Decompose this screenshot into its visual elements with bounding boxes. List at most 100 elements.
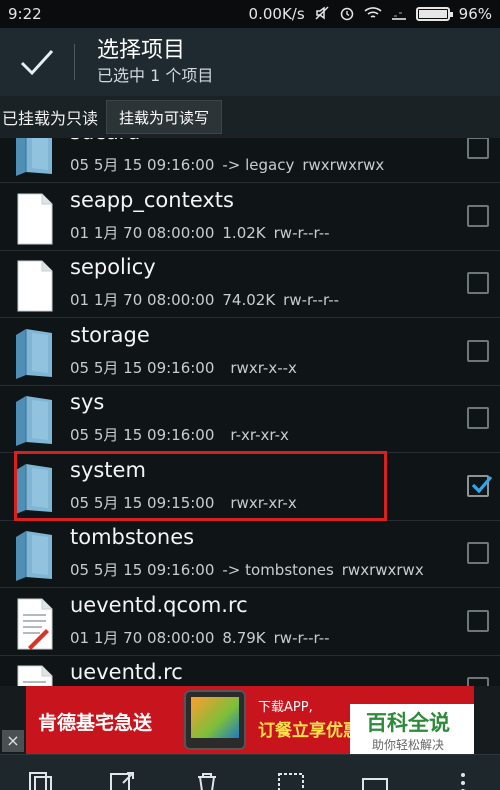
network-speed: 0.00K/s (248, 5, 305, 23)
bottom-toolbar (0, 754, 500, 790)
select-checkbox[interactable] (467, 204, 489, 227)
battery-percent: 96% (458, 5, 492, 23)
file-name: sdcard (70, 138, 140, 144)
file-date: 01 1月 70 08:00:00 (70, 223, 215, 242)
watermark-title: 百科全说 (366, 711, 450, 735)
ad-phone-image (184, 690, 246, 750)
file-perms: rwxr-x--x (230, 358, 297, 377)
folder-icon (12, 138, 56, 176)
checkmark-icon (470, 474, 493, 500)
battery-icon (415, 7, 453, 21)
select-checkbox[interactable] (467, 474, 493, 500)
select-checkbox[interactable] (467, 542, 489, 564)
select-checkbox[interactable] (467, 407, 489, 429)
file-name: sepolicy (70, 255, 156, 279)
select-checkbox[interactable] (467, 138, 489, 159)
checkmark-icon (20, 49, 54, 76)
file-row-tombstones[interactable]: tombstones 05 5月 15 09:16:00 -> tombstones… (0, 521, 500, 588)
file-info: 8.79K (222, 628, 266, 647)
more-icon[interactable] (448, 771, 478, 790)
page-title: 选择项目 (97, 38, 186, 63)
file-meta: 05 5月 15 09:16:00 rwxr-x--x (70, 357, 297, 378)
ad-line2: 订餐立享优惠 (258, 721, 360, 741)
file-name: tombstones (70, 525, 195, 549)
file-name: ueventd.rc (70, 660, 183, 684)
mute-icon (314, 5, 330, 24)
file-perms: r-xr-xr-x (230, 426, 289, 444)
rename-icon[interactable] (360, 771, 390, 790)
mount-bar: 已挂载为只读 挂载为可读写 (0, 96, 500, 138)
file-name: ueventd.qcom.rc (70, 592, 248, 617)
action-bar: 选择项目 已选中 1 个项目 (0, 28, 500, 96)
ad-line1: 下载APP, (258, 700, 313, 715)
file-perms: rwxrwxrwx (302, 156, 385, 174)
file-perms: rw-r--r-- (273, 628, 330, 647)
alarm-icon (339, 5, 355, 24)
signal-icon (391, 6, 407, 23)
file-row-sys[interactable]: sys 05 5月 15 09:16:00 r-xr-xr-x (0, 386, 500, 453)
file-row-system[interactable]: system 05 5月 15 09:15:00 rwxr-xr-x (0, 454, 500, 521)
folder-icon (12, 529, 56, 581)
file-row-ueventd-qcom-rc[interactable]: ueventd.qcom.rc 01 1月 70 08:00:00 8.79K rw-… (0, 589, 500, 656)
file-row-ueventd-rc[interactable]: ueventd.rc (0, 656, 500, 686)
file-perms: rwxrwxrwx (341, 561, 424, 579)
selection-count: 已选中 1 个项目 (97, 66, 214, 85)
file-date: 01 1月 70 08:00:00 (70, 628, 215, 647)
file-name: storage (70, 322, 150, 347)
ad-area: 肯德基宅急送 下载APP, 订餐立享优惠 × 百科全说 助你轻松解决 (0, 686, 500, 756)
select-checkbox[interactable] (467, 272, 489, 294)
status-time: 9:22 (8, 5, 42, 23)
select-checkbox[interactable] (467, 339, 489, 362)
select-checkbox[interactable] (467, 677, 489, 686)
file-info: 74.02K (222, 291, 276, 309)
text-file-icon (12, 597, 56, 650)
file-icon (12, 259, 56, 312)
confirm-selection-button[interactable] (0, 28, 74, 96)
file-list[interactable]: ueventd.rc ueventd.qcom.rc 01 1月 70 08:00:… (0, 138, 500, 686)
ad-brand: 肯德基宅急送 (38, 712, 153, 734)
file-row-seapp-contexts[interactable]: seapp_contexts 01 1月 70 08:00:00 1.02K rw-r… (0, 184, 500, 251)
file-name: seapp_contexts (70, 187, 234, 212)
status-bar: 9:22 0.00K/s 96% (0, 0, 500, 28)
file-icon (12, 192, 56, 244)
ad-close-button[interactable]: × (2, 730, 24, 752)
text-file-icon (12, 664, 56, 686)
file-date: 05 5月 15 09:16:00 (70, 156, 215, 174)
file-row-storage[interactable]: storage 05 5月 15 09:16:00 rwxr-x--x (0, 319, 500, 386)
folder-icon (12, 394, 56, 446)
folder-icon (12, 462, 56, 514)
folder-icon (12, 327, 56, 379)
file-meta: 01 1月 70 08:00:00 8.79K rw-r--r-- (70, 627, 330, 648)
file-name: sys (70, 390, 105, 414)
file-meta: 05 5月 15 09:16:00 -> legacy rwxrwxrwx (70, 154, 384, 175)
file-meta: 05 5月 15 09:16:00 r-xr-xr-x (70, 424, 289, 445)
file-info: -> legacy (222, 156, 295, 174)
copy-icon[interactable] (26, 771, 56, 790)
file-row-sdcard[interactable]: sdcard 05 5月 15 09:16:00 -> legacy rwxrwxrw… (0, 138, 500, 183)
file-info: 1.02K (222, 223, 266, 242)
file-meta: 01 1月 70 08:00:00 74.02K rw-r--r-- (70, 289, 339, 310)
file-name: system (70, 457, 146, 482)
watermark: 百科全说 助你轻松解决 (350, 704, 474, 756)
delete-icon[interactable] (192, 771, 222, 790)
file-perms: rw-r--r-- (283, 291, 340, 309)
select-all-icon[interactable] (276, 771, 306, 790)
file-perms: rwxr-xr-x (230, 493, 297, 512)
file-info: -> tombstones (222, 561, 334, 579)
mount-status-label: 已挂载为只读 (2, 109, 99, 128)
cut-icon[interactable] (108, 771, 138, 790)
file-meta: 01 1月 70 08:00:00 1.02K rw-r--r-- (70, 222, 330, 243)
select-checkbox[interactable] (467, 609, 489, 632)
wifi-icon (364, 6, 382, 23)
file-row-sepolicy[interactable]: sepolicy 01 1月 70 08:00:00 74.02K rw-r--r-- (0, 251, 500, 318)
watermark-subtitle: 助你轻松解决 (372, 738, 445, 752)
file-meta: 05 5月 15 09:16:00 -> tombstones rwxrwxrwx (70, 559, 424, 580)
file-date: 05 5月 15 09:15:00 (70, 493, 215, 512)
file-meta: 05 5月 15 09:15:00 rwxr-xr-x (70, 492, 297, 513)
remount-rw-button[interactable]: 挂载为可读写 (106, 100, 223, 134)
file-date: 05 5月 15 09:16:00 (70, 358, 215, 377)
file-date: 05 5月 15 09:16:00 (70, 426, 215, 444)
file-perms: rw-r--r-- (273, 223, 330, 242)
file-date: 05 5月 15 09:16:00 (70, 561, 215, 579)
file-date: 01 1月 70 08:00:00 (70, 291, 215, 309)
